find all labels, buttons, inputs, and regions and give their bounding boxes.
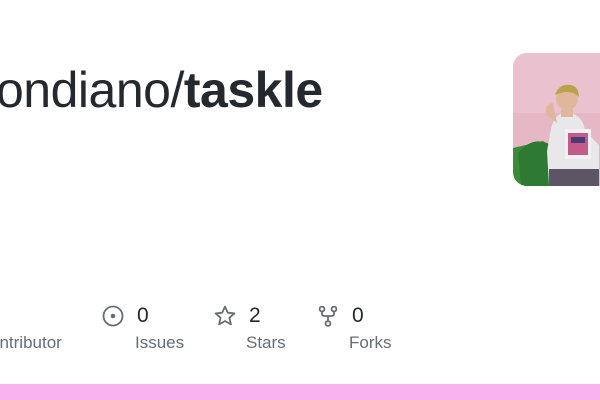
forks-label: Forks — [349, 333, 392, 352]
stars-label: Stars — [246, 333, 286, 352]
repo-separator: / — [170, 62, 184, 118]
stars-count: 2 — [249, 304, 261, 327]
stat-forks[interactable]: 0 Forks — [316, 302, 392, 352]
issues-label: Issues — [135, 333, 185, 352]
stat-stars[interactable]: 2 Stars — [213, 302, 286, 352]
stat-label: ontributor — [0, 333, 62, 352]
star-icon — [213, 304, 237, 328]
repo-name[interactable]: taskle — [184, 62, 323, 118]
repo-title[interactable]: ondiano/taskle — [0, 58, 323, 122]
owner-avatar — [513, 53, 600, 186]
forks-count: 0 — [352, 304, 364, 327]
repo-owner[interactable]: ondiano — [0, 62, 171, 118]
accent-bar — [0, 384, 600, 400]
stat-issues[interactable]: 0 Issues — [101, 302, 184, 352]
issues-count: 0 — [137, 304, 149, 327]
repo-forked-icon — [316, 304, 340, 328]
issue-opened-icon — [101, 304, 125, 328]
